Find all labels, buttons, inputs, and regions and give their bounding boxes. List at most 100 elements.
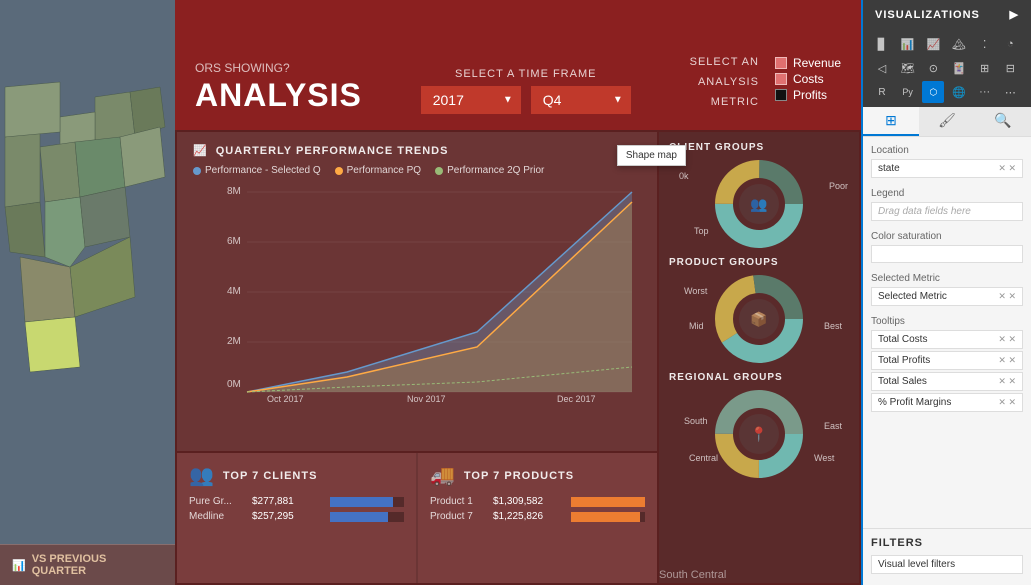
dashboard: 📊 VS PREVIOUS QUARTER ORS SHOWING? ANALY…: [0, 0, 861, 585]
client-bar-container-1: [330, 497, 404, 507]
legend-dot-green: [435, 167, 443, 175]
year-dropdown-wrapper[interactable]: 2017 2016 2015: [421, 86, 521, 114]
quarter-dropdown[interactable]: Q4 Q3 Q2 Q1: [531, 86, 631, 114]
metric-label: METRIC: [711, 96, 759, 108]
svg-text:West: West: [814, 453, 835, 463]
year-dropdown[interactable]: 2017 2016 2015: [421, 86, 521, 114]
client-groups-section: CLIENT GROUPS 👥 Poor Top 0k: [669, 142, 849, 249]
svg-text:👥: 👥: [750, 196, 767, 213]
groups-panel: CLIENT GROUPS 👥 Poor Top 0k: [659, 132, 859, 583]
product-groups-title: PRODUCT GROUPS: [669, 257, 849, 268]
profits-label: Profits: [793, 88, 827, 102]
profits-metric[interactable]: Profits: [775, 88, 841, 102]
svg-text:Nov 2017: Nov 2017: [407, 394, 446, 402]
viz-icon-bar2[interactable]: 📊: [897, 33, 919, 55]
tooltip-margins-remove[interactable]: ✕ ✕: [998, 397, 1016, 408]
viz-icon-matrix[interactable]: ⊟: [999, 57, 1021, 79]
location-field-value: state ✕ ✕: [871, 159, 1023, 178]
svg-text:📦: 📦: [750, 311, 767, 328]
legend-selected-q: Performance - Selected Q: [193, 165, 321, 176]
product-bar-container-2: [571, 512, 645, 522]
viz-icon-r[interactable]: R: [871, 81, 893, 103]
viz-panel-header: VISUALIZATIONS ▶: [863, 0, 1031, 29]
selected-metric-remove[interactable]: ✕ ✕: [998, 291, 1016, 302]
tooltip-popup: Shape map: [617, 145, 686, 166]
clients-title: TOP 7 CLIENTS: [223, 470, 318, 482]
legend-dot-gold: [335, 167, 343, 175]
tooltip-costs-remove[interactable]: ✕ ✕: [998, 334, 1016, 345]
tooltip-costs-text: Total Costs: [878, 334, 927, 345]
tooltip-sales-remove[interactable]: ✕ ✕: [998, 376, 1016, 387]
viz-icon-line[interactable]: 📈: [922, 33, 944, 55]
legend-placeholder-text: Drag data fields here: [878, 206, 971, 217]
viz-icon-card[interactable]: 🃏: [948, 57, 970, 79]
quarterly-chart: 📈 QUARTERLY PERFORMANCE TRENDS Performan…: [177, 132, 657, 451]
viz-icon-funnel[interactable]: ◁: [871, 57, 893, 79]
chart-icon: 📈: [193, 144, 208, 157]
viz-icon-globe[interactable]: 🌐: [948, 81, 970, 103]
viz-icon-area[interactable]: 🏔: [948, 33, 970, 55]
tab-fields[interactable]: ⊞: [863, 107, 919, 136]
costs-label: Costs: [793, 72, 824, 86]
viz-icon-dots: ···: [974, 81, 996, 103]
header-left: ORS SHOWING? ANALYSIS: [195, 61, 362, 114]
viz-panel: VISUALIZATIONS ▶ ▊ 📊 📈 🏔 ⁚ ◔ ◁ 🗺 ⊙ 🃏 ⊞ ⊟…: [861, 0, 1031, 585]
select-analysis-label: SELECT AN: [690, 56, 759, 68]
client-donut-svg: 👥 Poor Top 0k: [669, 159, 849, 249]
viz-icon-scatter[interactable]: ⁚: [974, 33, 996, 55]
selected-metric-value: Selected Metric ✕ ✕: [871, 287, 1023, 306]
client-donut-wrapper: 👥 Poor Top 0k: [669, 159, 849, 249]
tooltip-margins-text: % Profit Margins: [878, 397, 951, 408]
tooltip-sales-text: Total Sales: [878, 376, 927, 387]
client-name-1: Pure Gr...: [189, 496, 244, 507]
viz-header-title: VISUALIZATIONS: [875, 9, 980, 21]
products-header: 🚚 TOP 7 PRODUCTS: [430, 463, 645, 488]
svg-text:East: East: [824, 421, 843, 431]
tab-format[interactable]: 🖌: [919, 107, 975, 136]
legend-dot-blue: [193, 167, 201, 175]
product-groups-section: PRODUCT GROUPS 📦 Best Mid Worst: [669, 257, 849, 364]
viz-icon-table[interactable]: ⊞: [974, 57, 996, 79]
quarter-dropdown-wrapper[interactable]: Q4 Q3 Q2 Q1: [531, 86, 631, 114]
client-panel: 👥 TOP 7 CLIENTS Pure Gr... $277,881 Medl…: [177, 453, 416, 583]
costs-metric[interactable]: Costs: [775, 72, 841, 86]
svg-text:Mid: Mid: [689, 321, 704, 331]
svg-text:0M: 0M: [227, 379, 241, 390]
products-title: TOP 7 PRODUCTS: [464, 470, 574, 482]
viz-icon-pie[interactable]: ◔: [999, 33, 1021, 55]
viz-icon-more[interactable]: ⋯: [999, 81, 1021, 103]
bottom-panels: 👥 TOP 7 CLIENTS Pure Gr... $277,881 Medl…: [177, 453, 657, 583]
location-value-text: state: [878, 163, 900, 174]
product-value-2: $1,225,826: [493, 511, 563, 522]
client-value-2: $257,295: [252, 511, 322, 522]
viz-icon-bar[interactable]: ▊: [871, 33, 893, 55]
client-bar-1: [330, 497, 393, 507]
map-svg: [0, 0, 175, 544]
content-area: 📈 QUARTERLY PERFORMANCE TRENDS Performan…: [175, 130, 861, 585]
tooltip-total-sales: Total Sales ✕ ✕: [871, 372, 1023, 391]
revenue-metric[interactable]: Revenue: [775, 56, 841, 70]
svg-text:4M: 4M: [227, 286, 241, 297]
tab-analytics[interactable]: 🔍: [975, 107, 1031, 136]
product-row-1: Product 1 $1,309,582: [430, 496, 645, 507]
location-remove-btn[interactable]: ✕ ✕: [998, 163, 1016, 174]
header: ORS SHOWING? ANALYSIS SELECT A TIME FRAM…: [175, 0, 861, 130]
visual-level-filter-text: Visual level filters: [878, 559, 955, 570]
tooltips-section: Tooltips Total Costs ✕ ✕ Total Profits ✕…: [871, 316, 1023, 412]
svg-text:Oct 2017: Oct 2017: [267, 394, 304, 402]
svg-text:Worst: Worst: [684, 286, 708, 296]
costs-box: [775, 73, 787, 85]
viz-header-arrow: ▶: [1010, 8, 1019, 21]
svg-text:0k: 0k: [679, 171, 689, 181]
viz-icon-shapemap[interactable]: ⬡: [922, 81, 944, 103]
tooltip-profits-remove[interactable]: ✕ ✕: [998, 355, 1016, 366]
viz-icon-py[interactable]: Py: [897, 81, 919, 103]
viz-icon-map[interactable]: 🗺: [897, 57, 919, 79]
filters-title: FILTERS: [871, 537, 1023, 549]
viz-icon-gauge[interactable]: ⊙: [922, 57, 944, 79]
regional-groups-title: REGIONAL GROUPS: [669, 372, 849, 383]
legend-field-placeholder: Drag data fields here: [871, 202, 1023, 221]
revenue-label: Revenue: [793, 56, 841, 70]
chart-small-icon: 📊: [12, 559, 26, 572]
product-donut-svg: 📦 Best Mid Worst: [669, 274, 849, 364]
